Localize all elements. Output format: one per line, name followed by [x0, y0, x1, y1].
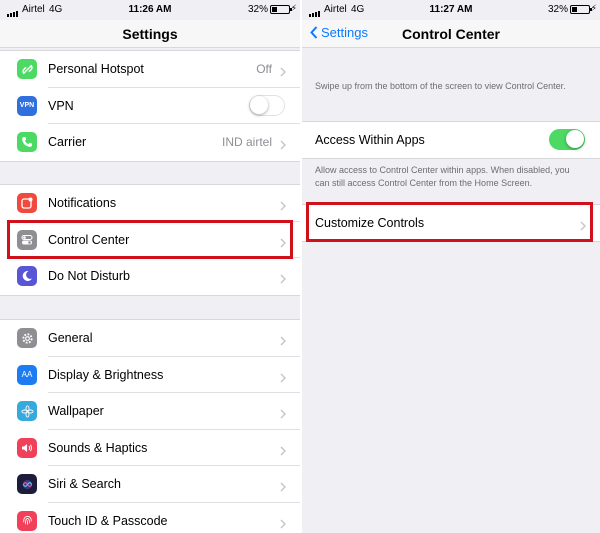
fingerprint-icon — [17, 510, 37, 531]
row-customize-controls[interactable]: Customize Controls — [302, 205, 600, 241]
vpn-icon: VPN — [17, 95, 37, 116]
row-label: VPN — [48, 98, 74, 113]
row-siri-search[interactable]: Siri & Search — [0, 466, 300, 503]
status-bar: Airtel 4G 11:26 AM 32% ⚡ — [0, 0, 300, 20]
row-personal-hotspot[interactable]: Personal Hotspot Off — [0, 51, 300, 88]
nav-bar: Settings — [0, 20, 300, 48]
battery-percent: 32% — [547, 4, 568, 15]
row-value: IND airtel — [221, 135, 272, 150]
row-label: Sounds & Haptics — [48, 440, 148, 455]
access-description: Allow access to Control Center within ap… — [315, 165, 570, 188]
page-title: Control Center — [402, 26, 500, 42]
hotspot-icon — [17, 59, 37, 79]
battery-icon — [570, 5, 592, 14]
chevron-right-icon — [280, 370, 286, 388]
page-title: Settings — [122, 26, 178, 42]
row-label: Wallpaper — [48, 404, 104, 419]
customize-group: Customize Controls — [302, 204, 600, 242]
row-label: Touch ID & Passcode — [48, 513, 168, 528]
speaker-icon — [17, 437, 37, 458]
chevron-right-icon — [280, 235, 286, 253]
battery-icon — [270, 5, 292, 14]
row-sounds-haptics[interactable]: Sounds & Haptics — [0, 430, 300, 467]
battery-percent: 32% — [247, 4, 268, 15]
control-center-icon — [17, 229, 37, 250]
status-bar: Airtel 4G 11:27 AM 32% ⚡ — [302, 0, 600, 20]
row-value: Off — [256, 62, 272, 77]
settings-group-connectivity: Personal Hotspot Off VPN VPN Carrier IND… — [0, 50, 300, 162]
chevron-right-icon — [280, 333, 286, 351]
row-label: General — [48, 331, 93, 346]
row-label: Access Within Apps — [315, 133, 425, 147]
row-display-brightness[interactable]: AA Display & Brightness — [0, 357, 300, 394]
row-label: Display & Brightness — [48, 367, 164, 382]
row-carrier[interactable]: Carrier IND airtel — [0, 124, 300, 161]
row-label: Carrier — [48, 135, 87, 150]
chevron-right-icon — [280, 137, 286, 155]
row-do-not-disturb[interactable]: Do Not Disturb — [0, 258, 300, 295]
chevron-right-icon — [280, 443, 286, 461]
row-access-within-apps: Access Within Apps — [302, 122, 600, 158]
vpn-toggle[interactable] — [249, 94, 285, 116]
row-label: Customize Controls — [315, 216, 425, 230]
chevron-right-icon — [280, 406, 286, 424]
chevron-right-icon — [280, 198, 286, 216]
row-control-center[interactable]: Control Center — [0, 222, 300, 259]
charging-icon: ⚡ — [590, 3, 597, 13]
gear-icon — [17, 328, 37, 348]
row-label: Notifications — [48, 196, 117, 211]
row-label: Siri & Search — [48, 477, 121, 492]
nav-bar: Settings Control Center — [302, 20, 600, 48]
chevron-right-icon — [280, 516, 286, 533]
wallpaper-icon — [17, 401, 37, 421]
settings-group-general: General AA Display & Brightness Wallpape… — [0, 319, 300, 533]
moon-icon — [17, 266, 37, 286]
access-within-apps-toggle[interactable] — [549, 129, 585, 150]
row-vpn[interactable]: VPN VPN — [0, 88, 300, 125]
phone-icon — [17, 132, 37, 152]
chevron-right-icon — [280, 271, 286, 289]
notifications-icon — [17, 193, 37, 213]
settings-group-notifications: Notifications Control Center Do Not Dist… — [0, 184, 300, 296]
row-wallpaper[interactable]: Wallpaper — [0, 393, 300, 430]
row-general[interactable]: General — [0, 320, 300, 357]
chevron-right-icon — [580, 218, 586, 236]
display-icon: AA — [17, 364, 37, 385]
chevron-right-icon — [280, 479, 286, 497]
row-touch-id-passcode[interactable]: Touch ID & Passcode — [0, 503, 300, 533]
row-label: Do Not Disturb — [48, 269, 130, 284]
access-group: Access Within Apps — [302, 121, 600, 159]
charging-icon: ⚡ — [290, 3, 297, 13]
row-label: Control Center — [48, 232, 130, 247]
row-notifications[interactable]: Notifications — [0, 185, 300, 222]
chevron-right-icon — [280, 64, 286, 82]
control-center-screen: Airtel 4G 11:27 AM 32% ⚡ Settings Contro… — [302, 0, 600, 533]
siri-icon — [17, 474, 37, 494]
row-label: Personal Hotspot — [48, 62, 144, 77]
settings-screen: Airtel 4G 11:26 AM 32% ⚡ Settings Person… — [0, 0, 300, 533]
intro-description: Swipe up from the bottom of the screen t… — [315, 81, 566, 91]
